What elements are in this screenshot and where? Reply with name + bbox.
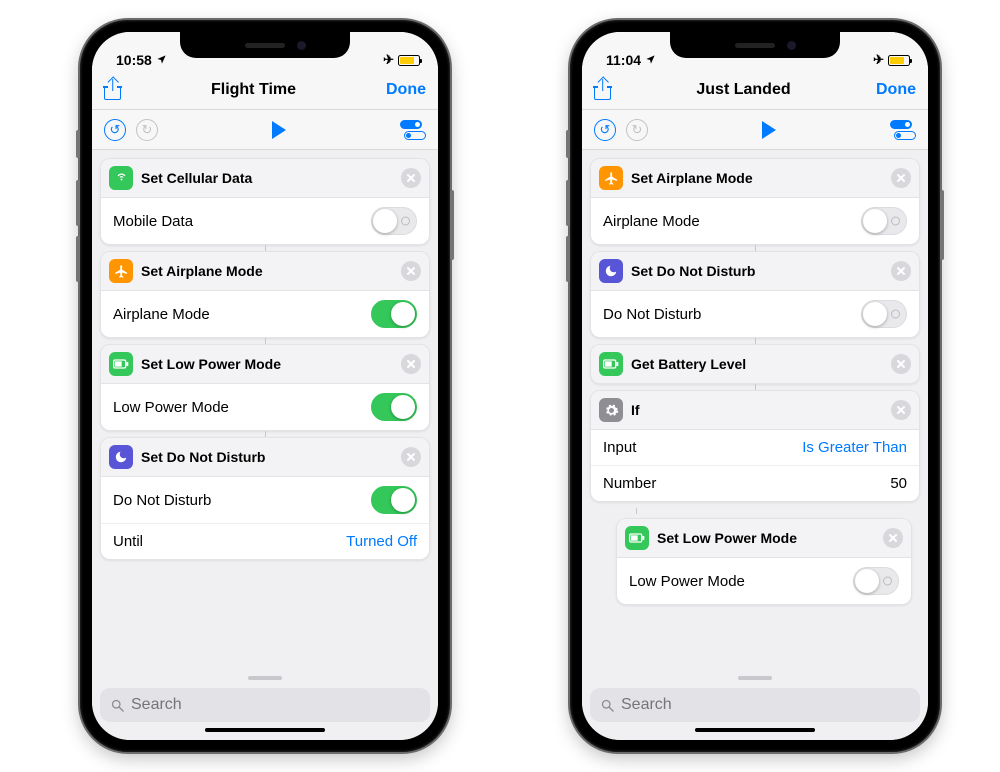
settings-button[interactable] [890,120,916,140]
phone-right: 11:04 ✈︎ Just Landed Done ↺ ↻ [570,20,940,752]
remove-action-button[interactable] [401,261,421,281]
action-set-airplane-mode[interactable]: Set Airplane Mode Airplane Mode [100,251,430,338]
undo-button[interactable]: ↺ [594,119,616,141]
nav-title: Just Landed [696,81,790,99]
row-mobile-data: Mobile Data [101,198,429,244]
redo-button: ↻ [136,119,158,141]
remove-action-button[interactable] [401,447,421,467]
action-title: Set Low Power Mode [657,530,875,546]
share-icon[interactable] [594,79,611,100]
action-title: Set Low Power Mode [141,356,393,372]
notch [180,32,350,58]
action-set-airplane-mode[interactable]: Set Airplane Mode Airplane Mode [590,158,920,245]
row-input[interactable]: Input Is Greater Than [591,430,919,465]
action-get-battery-level[interactable]: Get Battery Level [590,344,920,384]
row-low-power-mode: Low Power Mode [101,384,429,430]
drag-handle[interactable] [248,676,282,680]
row-number[interactable]: Number 50 [591,465,919,501]
battery-icon [109,352,133,376]
action-if[interactable]: If Input Is Greater Than Number 50 [590,390,920,502]
battery-icon [398,55,420,66]
done-button[interactable]: Done [386,81,426,99]
airplane-icon [599,166,623,190]
action-set-do-not-disturb[interactable]: Set Do Not Disturb Do Not Disturb Until … [100,437,430,560]
row-until[interactable]: Until Turned Off [101,523,429,559]
toolbar: ↺ ↻ [582,110,928,150]
bottom-sheet[interactable] [92,666,438,740]
share-icon[interactable] [104,79,121,100]
toolbar: ↺ ↻ [92,110,438,150]
phone-left: 10:58 ✈︎ Flight Time Done ↺ ↻ [80,20,450,752]
search-field[interactable] [590,688,920,722]
airplane-status-icon: ✈︎ [383,52,394,68]
bottom-sheet[interactable] [582,666,928,740]
status-time: 10:58 [116,52,152,68]
toggle-low-power-mode[interactable] [371,393,417,421]
nav-bar: Flight Time Done [92,70,438,110]
redo-button: ↻ [626,119,648,141]
remove-action-button[interactable] [883,528,903,548]
action-title: If [631,402,883,418]
battery-icon [599,352,623,376]
search-icon [600,698,615,713]
nav-bar: Just Landed Done [582,70,928,110]
action-set-low-power-mode[interactable]: Set Low Power Mode Low Power Mode [100,344,430,431]
row-airplane-mode: Airplane Mode [101,291,429,337]
search-input[interactable] [621,696,910,714]
location-icon [645,54,656,65]
remove-action-button[interactable] [891,261,911,281]
undo-button[interactable]: ↺ [104,119,126,141]
search-input[interactable] [131,696,420,714]
moon-icon [109,445,133,469]
toggle-do-not-disturb[interactable] [371,486,417,514]
airplane-status-icon: ✈︎ [873,52,884,68]
row-low-power-mode: Low Power Mode [617,558,911,604]
battery-icon [625,526,649,550]
remove-action-button[interactable] [891,168,911,188]
action-title: Set Cellular Data [141,170,393,186]
action-set-do-not-disturb[interactable]: Set Do Not Disturb Do Not Disturb [590,251,920,338]
gear-icon [599,398,623,422]
toggle-low-power-mode[interactable] [853,567,899,595]
row-do-not-disturb: Do Not Disturb [101,477,429,523]
toggle-airplane-mode[interactable] [371,300,417,328]
actions-list[interactable]: Set Cellular Data Mobile Data Set [92,150,438,666]
settings-button[interactable] [400,120,426,140]
remove-action-button[interactable] [401,168,421,188]
remove-action-button[interactable] [891,400,911,420]
airplane-icon [109,259,133,283]
action-set-cellular-data[interactable]: Set Cellular Data Mobile Data [100,158,430,245]
play-button[interactable] [272,121,286,139]
toggle-mobile-data[interactable] [371,207,417,235]
location-icon [156,54,167,65]
actions-list[interactable]: Set Airplane Mode Airplane Mode S [582,150,928,666]
row-do-not-disturb: Do Not Disturb [591,291,919,337]
nav-title: Flight Time [211,81,296,99]
action-title: Set Do Not Disturb [631,263,883,279]
search-icon [110,698,125,713]
play-button[interactable] [762,121,776,139]
drag-handle[interactable] [738,676,772,680]
toggle-do-not-disturb[interactable] [861,300,907,328]
action-title: Get Battery Level [631,356,883,372]
moon-icon [599,259,623,283]
status-time: 11:04 [606,52,641,68]
notch [670,32,840,58]
toggle-airplane-mode[interactable] [861,207,907,235]
home-indicator[interactable] [695,728,815,732]
remove-action-button[interactable] [401,354,421,374]
row-airplane-mode: Airplane Mode [591,198,919,244]
action-set-low-power-mode-nested[interactable]: Set Low Power Mode Low Power Mode [616,518,912,605]
done-button[interactable]: Done [876,81,916,99]
action-title: Set Do Not Disturb [141,449,393,465]
action-title: Set Airplane Mode [141,263,393,279]
search-field[interactable] [100,688,430,722]
home-indicator[interactable] [205,728,325,732]
battery-icon [888,55,910,66]
remove-action-button[interactable] [891,354,911,374]
action-title: Set Airplane Mode [631,170,883,186]
cellular-icon [109,166,133,190]
